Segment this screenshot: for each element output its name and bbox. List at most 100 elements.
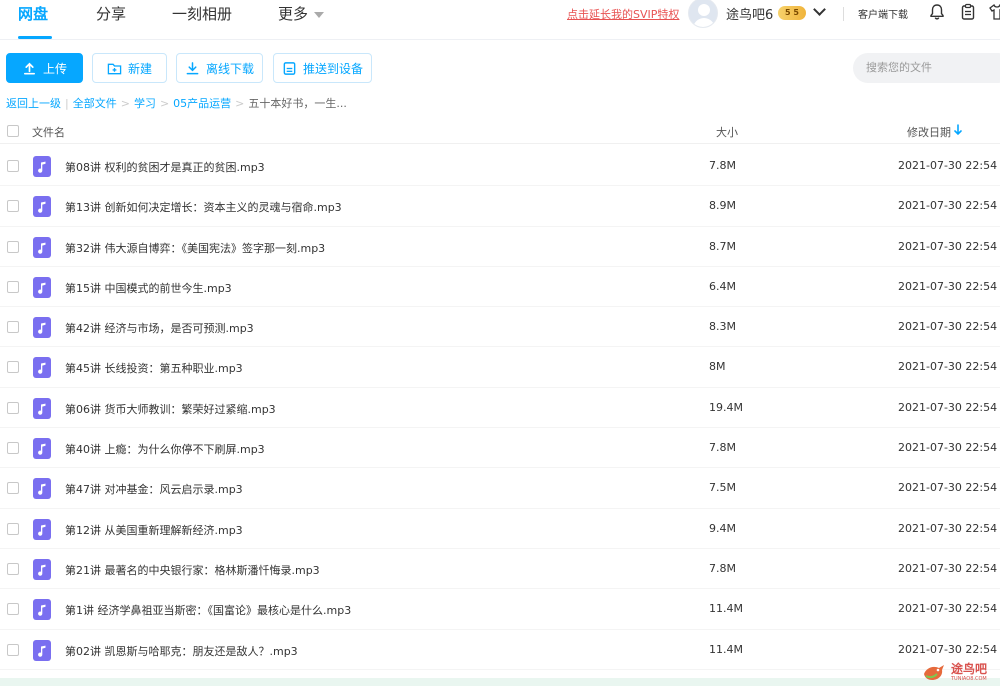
table-row[interactable]: 第40讲 上瘾：为什么你停不下刷屏.mp3 7.8M 2021-07-30 22:5…	[0, 428, 1000, 469]
chevron-down-icon	[314, 11, 325, 18]
audio-file-icon[interactable]	[33, 276, 51, 298]
file-modified-date: 2021-07-30 22:54	[898, 441, 998, 455]
upload-label: 上传	[42, 61, 67, 76]
breadcrumb-item-all-files[interactable]: 全部文件	[73, 95, 117, 111]
push-to-device-button[interactable]: 推送到设备	[273, 53, 372, 83]
tab-share[interactable]: 分享	[96, 3, 126, 24]
audio-file-icon[interactable]	[33, 156, 51, 177]
breadcrumb-separator: |	[65, 96, 69, 110]
user-menu-chevron-icon[interactable]	[813, 3, 826, 16]
file-modified-date: 2021-07-30 22:54	[898, 320, 998, 334]
file-name[interactable]: 第1讲 经济学鼻祖亚当斯密：《国富论》最核心是什么.mp3	[65, 602, 351, 618]
breadcrumb-separator: >	[120, 96, 130, 110]
client-download-link[interactable]: 客户端下载	[858, 6, 908, 21]
search-input[interactable]	[853, 53, 1000, 83]
upload-button[interactable]: 上传	[6, 53, 83, 83]
file-name[interactable]: 第42讲 经济与市场，是否可预测.mp3	[65, 320, 254, 336]
new-label: 新建	[127, 61, 152, 76]
file-name[interactable]: 第13讲 创新如何决定增长：资本主义的灵魂与宿命.mp3	[65, 199, 342, 215]
audio-file-icon[interactable]	[33, 639, 51, 661]
row-checkbox[interactable]	[7, 401, 19, 414]
table-row[interactable]: 第02讲 凯恩斯与哈耶克：朋友还是敌人？.mp3 11.4M 2021-07-30 …	[0, 630, 1000, 670]
table-row[interactable]: 第12讲 从美国重新理解新经济.mp3 9.4M 2021-07-30 22:54	[0, 509, 1000, 549]
file-name[interactable]: 第40讲 上瘾：为什么你停不下刷屏.mp3	[65, 441, 265, 457]
bell-icon[interactable]	[929, 3, 945, 21]
shirt-icon[interactable]	[989, 3, 1000, 21]
file-name[interactable]: 第32讲 伟大源自博弈：《美国宪法》签字那一刻.mp3	[65, 240, 325, 256]
breadcrumb-item-study[interactable]: 学习	[134, 95, 156, 111]
audio-file-icon[interactable]	[33, 438, 51, 460]
watermark-text: 途鸟吧	[951, 662, 988, 676]
header-modified-date[interactable]: 修改日期	[907, 124, 951, 140]
row-checkbox[interactable]	[7, 200, 19, 213]
file-name[interactable]: 第12讲 从美国重新理解新经济.mp3	[65, 522, 243, 538]
row-checkbox[interactable]	[7, 160, 19, 172]
row-checkbox[interactable]	[7, 280, 19, 293]
audio-file-icon[interactable]	[33, 397, 51, 419]
row-checkbox[interactable]	[7, 603, 19, 616]
table-row[interactable]: 第1讲 经济学鼻祖亚当斯密：《国富论》最核心是什么.mp3 11.4M 2021-0…	[0, 589, 1000, 630]
back-link[interactable]: 返回上一级	[6, 95, 61, 111]
table-header: 文件名 大小 修改日期	[0, 118, 1000, 144]
svip-extend-link[interactable]: 点击延长我的SVIP特权	[567, 6, 679, 22]
row-checkbox[interactable]	[7, 240, 19, 253]
file-name[interactable]: 第21讲 最著名的中央银行家：格林斯潘忏悔录.mp3	[65, 562, 320, 578]
row-checkbox[interactable]	[7, 522, 19, 535]
clipboard-icon[interactable]	[960, 3, 976, 21]
breadcrumb-separator: >	[235, 96, 245, 110]
table-row[interactable]: 第32讲 伟大源自博弈：《美国宪法》签字那一刻.mp3 8.7M 2021-07-3…	[0, 227, 1000, 267]
file-name[interactable]: 第08讲 权利的贫困才是真正的贫困.mp3	[65, 159, 265, 175]
select-all-checkbox[interactable]	[7, 125, 19, 137]
audio-file-icon[interactable]	[33, 196, 51, 218]
bird-logo-icon	[924, 665, 944, 680]
row-checkbox[interactable]	[7, 361, 19, 374]
tab-album[interactable]: 一刻相册	[172, 3, 232, 24]
breadcrumb-item-ops[interactable]: 05产品运营	[173, 95, 231, 111]
tab-more[interactable]: 更多	[278, 3, 325, 24]
row-checkbox[interactable]	[7, 442, 19, 455]
audio-file-icon[interactable]	[33, 317, 51, 339]
audio-file-icon[interactable]	[33, 357, 51, 379]
row-checkbox[interactable]	[7, 643, 19, 656]
active-tab-indicator	[18, 36, 52, 39]
top-nav: 网盘 分享 一刻相册 更多 点击延长我的SVIP特权 途鸟吧6 5 5 客户端下…	[0, 0, 1000, 40]
bottom-strip	[0, 678, 1000, 686]
new-folder-button[interactable]: 新建	[92, 53, 167, 83]
file-name[interactable]: 第02讲 凯恩斯与哈耶克：朋友还是敌人？.mp3	[65, 643, 298, 659]
file-modified-date: 2021-07-30 22:54	[898, 481, 998, 495]
audio-file-icon[interactable]	[33, 599, 51, 621]
file-size: 7.8M	[709, 159, 736, 172]
header-size[interactable]: 大小	[716, 124, 738, 140]
watermark: 途鸟吧 TUNIAO8.COM	[920, 658, 1000, 686]
table-row[interactable]: 第13讲 创新如何决定增长：资本主义的灵魂与宿命.mp3 8.9M 2021-07-…	[0, 186, 1000, 227]
file-name[interactable]: 第45讲 长线投资：第五种职业.mp3	[65, 360, 243, 376]
file-name[interactable]: 第15讲 中国模式的前世今生.mp3	[65, 280, 232, 296]
table-row[interactable]: 第21讲 最著名的中央银行家：格林斯潘忏悔录.mp3 7.8M 2021-07-30…	[0, 549, 1000, 590]
file-name[interactable]: 第47讲 对冲基金：风云启示录.mp3	[65, 481, 243, 497]
file-size: 19.4M	[709, 400, 743, 414]
file-size: 11.4M	[709, 642, 743, 656]
row-checkbox[interactable]	[7, 482, 19, 495]
breadcrumb: 返回上一级 | 全部文件 > 学习 > 05产品运营 > 五十本好书，一生...	[6, 95, 347, 111]
row-checkbox[interactable]	[7, 562, 19, 575]
username[interactable]: 途鸟吧6	[726, 4, 773, 23]
sort-desc-icon[interactable]	[953, 123, 963, 137]
offline-download-button[interactable]: 离线下载	[176, 53, 263, 83]
row-checkbox[interactable]	[7, 321, 19, 334]
file-name[interactable]: 第06讲 货币大师教训：繁荣好过紧缩.mp3	[65, 401, 276, 417]
tab-netdisk[interactable]: 网盘	[18, 3, 48, 24]
file-size: 9.4M	[709, 521, 736, 535]
header-filename[interactable]: 文件名	[32, 124, 65, 140]
audio-file-icon[interactable]	[33, 478, 51, 500]
table-row[interactable]: 第42讲 经济与市场，是否可预测.mp3 8.3M 2021-07-30 22:54	[0, 307, 1000, 348]
table-row[interactable]: 第15讲 中国模式的前世今生.mp3 6.4M 2021-07-30 22:54	[0, 267, 1000, 308]
push-to-device-label: 推送到设备	[302, 61, 363, 76]
table-row[interactable]: 第08讲 权利的贫困才是真正的贫困.mp3 7.8M 2021-07-30 22:5…	[0, 146, 1000, 187]
audio-file-icon[interactable]	[33, 558, 51, 580]
table-row[interactable]: 第06讲 货币大师教训：繁荣好过紧缩.mp3 19.4M 2021-07-30 22…	[0, 388, 1000, 429]
table-row[interactable]: 第47讲 对冲基金：风云启示录.mp3 7.5M 2021-07-30 22:54	[0, 468, 1000, 509]
table-row[interactable]: 第45讲 长线投资：第五种职业.mp3 8M 2021-07-30 22:54	[0, 347, 1000, 388]
audio-file-icon[interactable]	[33, 236, 51, 258]
avatar[interactable]	[688, 0, 718, 28]
audio-file-icon[interactable]	[33, 518, 51, 540]
